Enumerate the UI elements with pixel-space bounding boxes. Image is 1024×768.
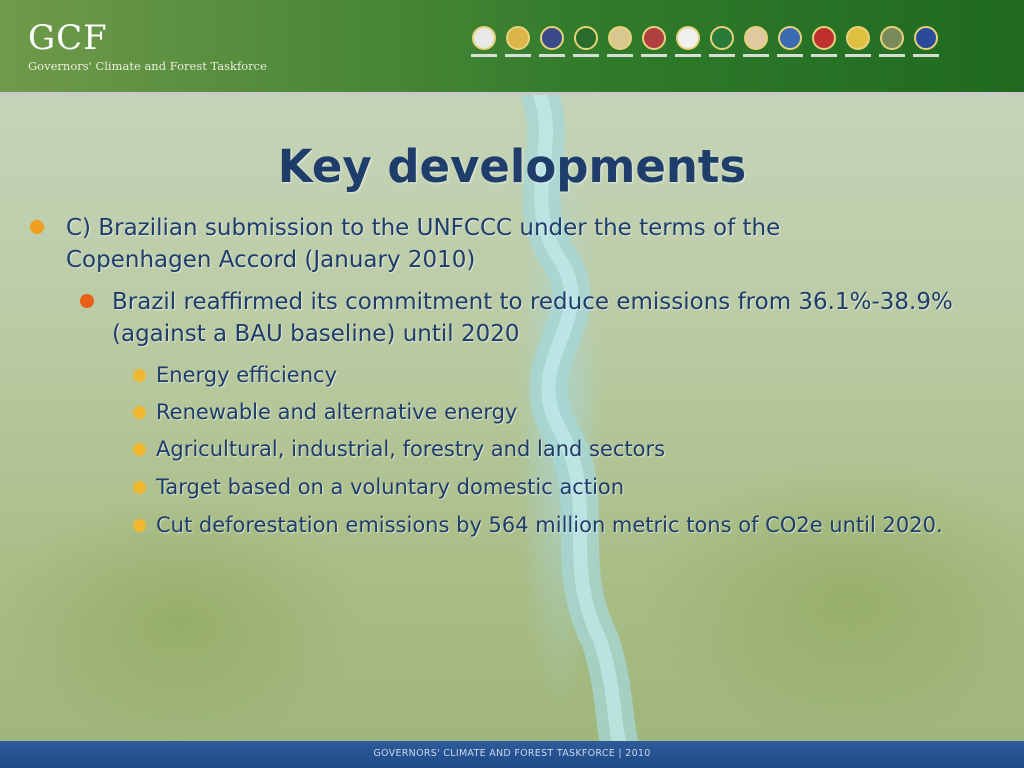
bullet-dot-level2 [80,294,94,308]
bullet-level3: Target based on a voluntary domestic act… [156,475,625,499]
slide-content: C) Brazilian submission to the UNFCCC un… [0,0,1024,768]
footer-text: GOVERNORS' CLIMATE AND FOREST TASKFORCE … [373,748,651,759]
bullet-dot-level3 [133,369,146,382]
bullet-level1: C) Brazilian submission to the UNFCCC un… [66,215,781,273]
bullet-dot-level3 [133,519,146,532]
bullet-dot-level1 [30,220,44,234]
bullet-level3: Energy efficiency [156,363,338,387]
bullet-level2: Brazil reaffirmed its commitment to redu… [112,289,953,347]
bullet-dot-level3 [133,443,146,456]
bullet-level3: Renewable and alternative energy [156,400,518,424]
footer-bar: GOVERNORS' CLIMATE AND FOREST TASKFORCE … [0,741,1024,768]
bullet-level3: Agricultural, industrial, forestry and l… [156,437,666,461]
bullet-level3: Cut deforestation emissions by 564 milli… [156,513,943,537]
bullet-dot-level3 [133,481,146,494]
bullet-dot-level3 [133,406,146,419]
